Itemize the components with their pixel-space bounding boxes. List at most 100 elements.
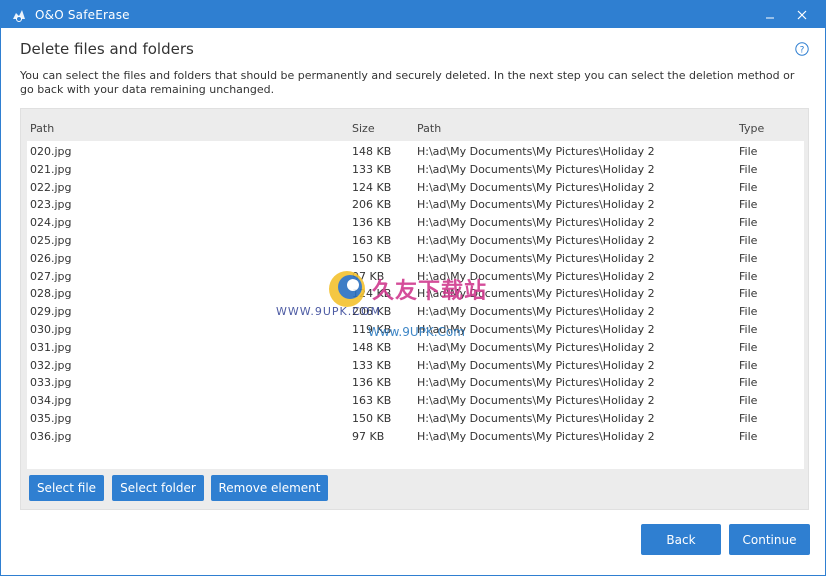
file-size-cell: 124 KB [352, 180, 392, 194]
file-path-cell: H:\ad\My Documents\My Pictures\Holiday 2 [417, 216, 655, 230]
file-size-cell: 136 KB [352, 376, 392, 390]
column-header-name[interactable]: Path [30, 122, 54, 135]
close-button[interactable] [787, 1, 817, 28]
column-header-type[interactable]: Type [739, 122, 764, 135]
file-name-cell: 033.jpg [30, 376, 72, 390]
file-type-cell: File [739, 411, 758, 425]
file-size-cell: 133 KB [352, 162, 392, 176]
file-type-cell: File [739, 376, 758, 390]
table-row[interactable]: 026.jpg 150 KB H:\ad\My Documents\My Pictu… [27, 250, 804, 268]
table-row[interactable]: 035.jpg 150 KB H:\ad\My Documents\My Pictu… [27, 410, 804, 428]
file-type-cell: File [739, 198, 758, 212]
file-size-cell: 136 KB [352, 216, 392, 230]
page-title: Delete files and folders [20, 40, 194, 58]
table-row[interactable]: 025.jpg 163 KB H:\ad\My Documents\My Pictu… [27, 232, 804, 250]
table-row[interactable]: 030.jpg 119 KB H:\ad\My Documents\My Pictu… [27, 321, 804, 339]
file-name-cell: 034.jpg [30, 394, 72, 408]
file-size-cell: 97 KB [352, 269, 385, 283]
file-name-cell: 021.jpg [30, 162, 72, 176]
file-path-cell: H:\ad\My Documents\My Pictures\Holiday 2 [417, 376, 655, 390]
file-path-cell: H:\ad\My Documents\My Pictures\Holiday 2 [417, 394, 655, 408]
table-row[interactable]: 033.jpg 136 KB H:\ad\My Documents\My Pictu… [27, 374, 804, 392]
file-name-cell: 030.jpg [30, 322, 72, 336]
app-window: O&O SafeErase Delete files and folders ?… [0, 0, 826, 576]
window-title: O&O SafeErase [35, 7, 130, 22]
column-header-path[interactable]: Path [417, 122, 441, 135]
file-path-cell: H:\ad\My Documents\My Pictures\Holiday 2 [417, 233, 655, 247]
file-size-cell: 133 KB [352, 358, 392, 372]
table-row[interactable]: 036.jpg 97 KB H:\ad\My Documents\My Pictur… [27, 428, 804, 446]
file-type-cell: File [739, 305, 758, 319]
table-row[interactable]: 031.jpg 148 KB H:\ad\My Documents\My Pictu… [27, 339, 804, 357]
table-row[interactable]: 032.jpg 133 KB H:\ad\My Documents\My Pictu… [27, 357, 804, 375]
file-size-cell: 150 KB [352, 251, 392, 265]
file-path-cell: H:\ad\My Documents\My Pictures\Holiday 2 [417, 358, 655, 372]
file-size-cell: 206 KB [352, 198, 392, 212]
file-path-cell: H:\ad\My Documents\My Pictures\Holiday 2 [417, 322, 655, 336]
file-type-cell: File [739, 429, 758, 443]
file-size-cell: 163 KB [352, 394, 392, 408]
file-name-cell: 025.jpg [30, 233, 72, 247]
remove-element-button[interactable]: Remove element [211, 475, 328, 501]
file-size-cell: 97 KB [352, 429, 385, 443]
table-row[interactable]: 028.jpg 124 KB H:\ad\My Documents\My Pictu… [27, 285, 804, 303]
file-name-cell: 027.jpg [30, 269, 72, 283]
file-path-cell: H:\ad\My Documents\My Pictures\Holiday 2 [417, 411, 655, 425]
file-path-cell: H:\ad\My Documents\My Pictures\Holiday 2 [417, 180, 655, 194]
file-size-cell: 206 KB [352, 305, 392, 319]
title-bar[interactable]: O&O SafeErase [1, 1, 825, 28]
file-type-cell: File [739, 394, 758, 408]
table-row[interactable]: 034.jpg 163 KB H:\ad\My Documents\My Pictu… [27, 392, 804, 410]
table-row[interactable]: 023.jpg 206 KB H:\ad\My Documents\My Pictu… [27, 196, 804, 214]
minimize-icon [766, 17, 774, 18]
select-folder-button[interactable]: Select folder [112, 475, 204, 501]
file-list-panel: Path Size Path Type 020.jpg 148 KB H:\ad\M… [20, 108, 809, 510]
file-size-cell: 163 KB [352, 233, 392, 247]
column-header-size[interactable]: Size [352, 122, 375, 135]
table-row[interactable]: 020.jpg 148 KB H:\ad\My Documents\My Pictu… [27, 143, 804, 161]
file-size-cell: 124 KB [352, 287, 392, 301]
select-file-button[interactable]: Select file [29, 475, 104, 501]
table-body: 020.jpg 148 KB H:\ad\My Documents\My Pictu… [27, 141, 804, 446]
file-name-cell: 022.jpg [30, 180, 72, 194]
table-row[interactable]: 021.jpg 133 KB H:\ad\My Documents\My Pictu… [27, 161, 804, 179]
file-path-cell: H:\ad\My Documents\My Pictures\Holiday 2 [417, 198, 655, 212]
minimize-button[interactable] [755, 1, 785, 28]
file-type-cell: File [739, 269, 758, 283]
table-row[interactable]: 022.jpg 124 KB H:\ad\My Documents\My Pictu… [27, 179, 804, 197]
file-type-cell: File [739, 162, 758, 176]
file-type-cell: File [739, 233, 758, 247]
file-name-cell: 026.jpg [30, 251, 72, 265]
file-type-cell: File [739, 340, 758, 354]
table-header: Path Size Path Type [27, 113, 804, 141]
file-type-cell: File [739, 322, 758, 336]
file-path-cell: H:\ad\My Documents\My Pictures\Holiday 2 [417, 269, 655, 283]
file-type-cell: File [739, 180, 758, 194]
file-name-cell: 023.jpg [30, 198, 72, 212]
file-name-cell: 029.jpg [30, 305, 72, 319]
file-type-cell: File [739, 145, 758, 158]
svg-text:?: ? [800, 46, 805, 56]
file-type-cell: File [739, 216, 758, 230]
table-row[interactable]: 029.jpg 206 KB H:\ad\My Documents\My Pictu… [27, 303, 804, 321]
file-path-cell: H:\ad\My Documents\My Pictures\Holiday 2 [417, 251, 655, 265]
file-type-cell: File [739, 251, 758, 265]
file-size-cell: 119 KB [352, 322, 392, 336]
close-icon [797, 10, 807, 19]
file-type-cell: File [739, 358, 758, 372]
file-path-cell: H:\ad\My Documents\My Pictures\Holiday 2 [417, 287, 655, 301]
app-icon [13, 9, 25, 22]
continue-button[interactable]: Continue [729, 524, 810, 555]
file-name-cell: 032.jpg [30, 358, 72, 372]
content-area: Delete files and folders ? You can selec… [1, 28, 825, 575]
file-size-cell: 148 KB [352, 145, 392, 158]
file-path-cell: H:\ad\My Documents\My Pictures\Holiday 2 [417, 340, 655, 354]
back-button[interactable]: Back [641, 524, 721, 555]
file-name-cell: 028.jpg [30, 287, 72, 301]
file-size-cell: 148 KB [352, 340, 392, 354]
file-table[interactable]: Path Size Path Type 020.jpg 148 KB H:\ad\M… [27, 113, 804, 469]
table-row[interactable]: 027.jpg 97 KB H:\ad\My Documents\My Pictur… [27, 268, 804, 286]
file-path-cell: H:\ad\My Documents\My Pictures\Holiday 2 [417, 162, 655, 176]
help-icon[interactable]: ? [795, 42, 809, 56]
table-row[interactable]: 024.jpg 136 KB H:\ad\My Documents\My Pictu… [27, 214, 804, 232]
